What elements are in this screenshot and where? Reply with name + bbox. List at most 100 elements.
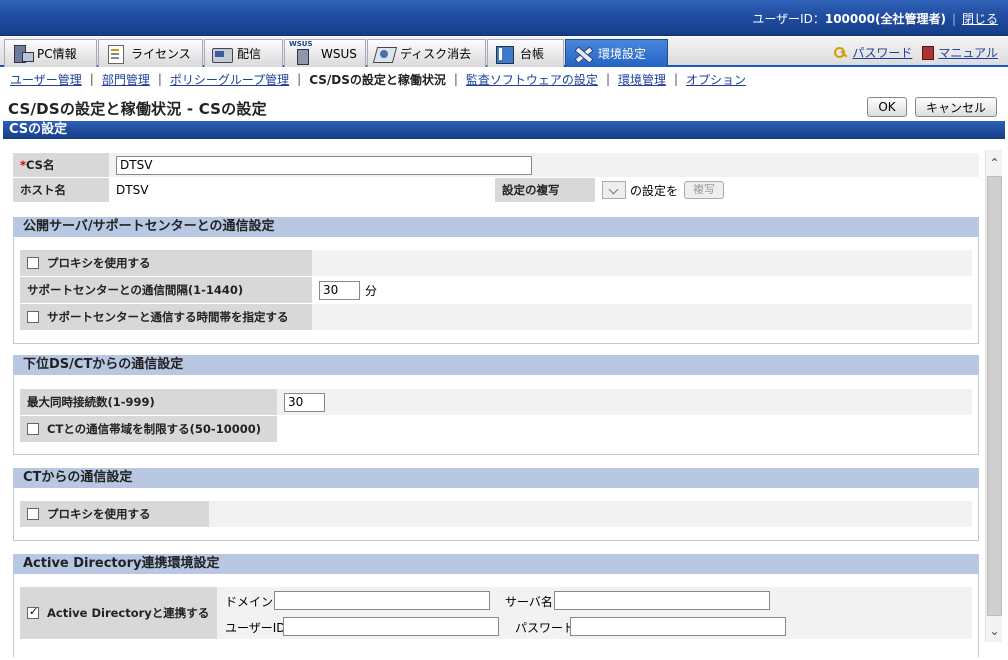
- sub-navigation: ユーザー管理 | 部門管理 | ポリシーグループ管理 | CS/DSの設定と稼働状況 |…: [0, 69, 1008, 89]
- distribution-icon: [211, 44, 233, 64]
- page-title: CS/DSの設定と稼働状況 - CSの設定: [8, 100, 267, 118]
- close-link[interactable]: 閉じる: [962, 12, 998, 26]
- separator: |: [157, 72, 162, 86]
- tab-pc-info[interactable]: PC情報: [4, 39, 97, 67]
- ok-button[interactable]: OK: [867, 97, 907, 117]
- scroll-thumb[interactable]: [987, 176, 1002, 616]
- empty-cell: [209, 501, 972, 527]
- copy-suffix: の設定を: [630, 183, 679, 198]
- ct-proxy-checkbox[interactable]: [27, 508, 39, 520]
- bandwidth-text: CTとの通信帯域を制限する(50-10000): [47, 422, 261, 436]
- server-input[interactable]: [554, 591, 770, 610]
- separator: |: [605, 72, 610, 86]
- password-field-label: パスワード: [515, 621, 576, 635]
- max-conn-input[interactable]: [284, 392, 325, 412]
- wsus-icon: [289, 40, 317, 65]
- subnav-department-management[interactable]: 部門管理: [102, 71, 150, 88]
- host-name-value: DTSV: [109, 178, 495, 202]
- ad-link-label[interactable]: Active Directoryと連携する: [20, 587, 217, 639]
- time-window-text: サポートセンターと通信する時間帯を指定する: [47, 310, 289, 324]
- use-proxy-label[interactable]: プロキシを使用する: [20, 250, 312, 276]
- manual-book-icon: [922, 45, 935, 60]
- user-id-input[interactable]: [283, 617, 499, 636]
- max-conn-label: 最大同時接続数(1-999): [20, 389, 277, 415]
- key-icon: [834, 46, 848, 60]
- subnav-user-management[interactable]: ユーザー管理: [10, 71, 82, 88]
- ad-link-checkbox[interactable]: [27, 605, 39, 619]
- tab-label: 台帳: [520, 47, 545, 61]
- password-link[interactable]: パスワード: [834, 44, 912, 61]
- disk-erase-icon: [374, 44, 396, 64]
- tab-distribution[interactable]: 配信: [204, 39, 283, 67]
- ct-proxy-text: プロキシを使用する: [47, 507, 151, 521]
- copy-settings-cell: の設定を 複写: [595, 178, 979, 202]
- tab-disk-erase[interactable]: ディスク消去: [367, 39, 486, 67]
- bandwidth-checkbox[interactable]: [27, 423, 39, 435]
- separator: |: [674, 72, 679, 86]
- cs-name-label-text: CS名: [26, 158, 55, 172]
- max-conn-cell: [277, 389, 972, 415]
- separator: |: [297, 72, 302, 86]
- user-info: ユーザーID：100000(全社管理者) | 閉じる: [752, 10, 998, 27]
- empty-cell: [277, 416, 972, 442]
- tab-label: 配信: [237, 47, 262, 61]
- ledger-icon: [494, 44, 516, 64]
- password-input[interactable]: [570, 617, 786, 636]
- vertical-scrollbar[interactable]: ⌃ ⌄: [985, 150, 1002, 642]
- interval-row: サポートセンターとの通信間隔(1-1440) 分: [20, 277, 972, 303]
- bandwidth-row: CTとの通信帯域を制限する(50-10000): [20, 416, 972, 442]
- host-name-label: ホスト名: [13, 178, 109, 202]
- downstream-title: 下位DS/CTからの通信設定: [13, 355, 979, 375]
- time-window-label[interactable]: サポートセンターと通信する時間帯を指定する: [20, 304, 312, 330]
- subnav-cs-ds-current: CS/DSの設定と稼働状況: [309, 72, 446, 87]
- settings-content: *CS名 ホスト名 DTSV 設定の複写 の設定を複写 公開サーバ/サポートセン…: [3, 139, 985, 657]
- license-icon: [105, 44, 127, 64]
- ad-fields: ドメイン名 サーバ名 ユーザーID パスワード: [217, 587, 972, 639]
- copy-button[interactable]: 複写: [684, 181, 725, 199]
- scroll-up-icon[interactable]: ⌃: [988, 156, 1001, 170]
- domain-input[interactable]: [274, 591, 490, 610]
- cancel-button[interactable]: キャンセル: [915, 97, 997, 117]
- use-proxy-checkbox[interactable]: [27, 257, 39, 269]
- user-id-value: 100000(全社管理者): [824, 12, 946, 26]
- tab-settings[interactable]: 環境設定: [565, 39, 668, 67]
- separator: |: [951, 12, 956, 26]
- time-window-row: サポートセンターと通信する時間帯を指定する: [20, 304, 972, 330]
- ct-proxy-label[interactable]: プロキシを使用する: [20, 501, 209, 527]
- tab-license[interactable]: ライセンス: [98, 39, 203, 67]
- max-conn-row: 最大同時接続数(1-999): [20, 389, 972, 415]
- subnav-audit-software[interactable]: 監査ソフトウェアの設定: [466, 71, 598, 88]
- copy-source-select[interactable]: [602, 181, 626, 199]
- cs-name-input[interactable]: [116, 155, 532, 175]
- separator: |: [453, 72, 458, 86]
- tab-wsus[interactable]: WSUS: [284, 39, 366, 67]
- manual-link-label: マニュアル: [938, 46, 998, 60]
- interval-input[interactable]: [319, 280, 360, 300]
- top-links: パスワード マニュアル: [834, 44, 998, 61]
- manual-link[interactable]: マニュアル: [922, 44, 998, 61]
- tab-label: 環境設定: [598, 47, 647, 61]
- separator: |: [89, 72, 94, 86]
- subnav-policy-group[interactable]: ポリシーグループ管理: [170, 71, 289, 88]
- interval-cell: 分: [312, 277, 972, 303]
- password-link-label: パスワード: [852, 46, 913, 60]
- cs-name-label: * CS名: [13, 153, 109, 177]
- ct-comm-title: CTからの通信設定: [13, 468, 979, 488]
- tab-ledger[interactable]: 台帳: [487, 39, 564, 67]
- subnav-options[interactable]: オプション: [686, 71, 746, 88]
- tab-label: ディスク消去: [400, 47, 472, 61]
- interval-unit: 分: [365, 283, 378, 298]
- public-server-title: 公開サーバ/サポートセンターとの通信設定: [13, 217, 979, 237]
- subnav-environment[interactable]: 環境管理: [618, 71, 666, 88]
- time-window-checkbox[interactable]: [27, 311, 39, 323]
- server-label: サーバ名: [505, 595, 553, 609]
- tab-label: ライセンス: [131, 47, 191, 61]
- top-bar: ユーザーID：100000(全社管理者) | 閉じる: [0, 0, 1008, 36]
- scroll-down-icon[interactable]: ⌄: [988, 624, 1001, 638]
- user-id-field-label: ユーザーID: [225, 621, 286, 635]
- tab-label: PC情報: [37, 47, 77, 61]
- ad-row: Active Directoryと連携する ドメイン名 サーバ名 ユーザーID …: [20, 587, 972, 639]
- tab-label: WSUS: [321, 46, 357, 61]
- bandwidth-label[interactable]: CTとの通信帯域を制限する(50-10000): [20, 416, 277, 442]
- ct-proxy-row: プロキシを使用する: [20, 501, 972, 527]
